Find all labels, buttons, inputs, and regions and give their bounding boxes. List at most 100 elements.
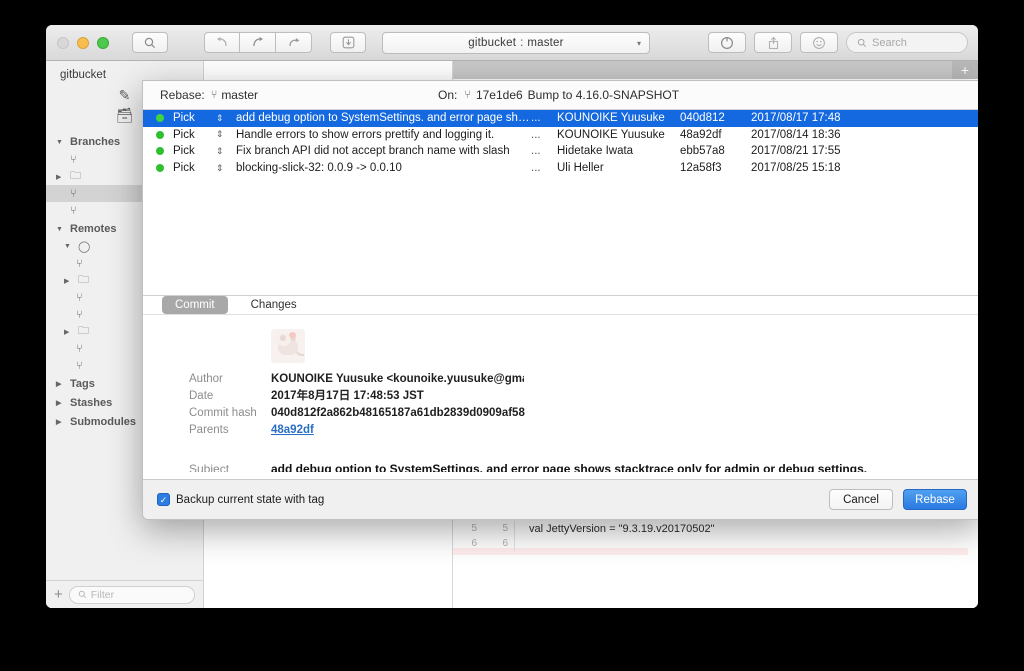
commit-message: Fix branch API did not accept branch nam… <box>236 145 531 157</box>
sidebar-filter-input[interactable]: Filter <box>69 586 195 604</box>
chevron-right-icon: ▶ <box>56 380 65 388</box>
add-tab-button[interactable]: + <box>952 61 978 79</box>
table-row[interactable]: Pick ⇕ blocking-slick-32: 0.0.9 -> 0.0.1… <box>143 160 978 177</box>
diff-line: 6 6 <box>452 536 714 551</box>
redo-button[interactable] <box>240 32 276 53</box>
branch-icon: ⑂ <box>76 292 83 304</box>
metadata-value: 040d812f2a862b48165187a61db2839d0909af58 <box>271 405 525 422</box>
chevron-right-icon: ▶ <box>64 277 73 285</box>
close-window-button[interactable] <box>57 37 69 49</box>
metadata-value: KOUNOIKE Yuusuke <kounoike.yuusuke@gmail… <box>271 371 524 388</box>
metadata-row-date: Date 2017年8月17日 17:48:53 JST <box>143 388 978 405</box>
cancel-button[interactable]: Cancel <box>829 489 893 510</box>
commit-date: 2017/08/21 17:55 <box>751 145 841 157</box>
gutter-divider <box>514 536 515 551</box>
branch-icon: ⑂ <box>76 258 83 270</box>
commit-date: 2017/08/17 17:48 <box>751 112 841 124</box>
toolbar-right-group: Search <box>708 32 968 53</box>
rebase-branch-value: ⑂ master <box>211 88 258 102</box>
chevron-down-icon: ▼ <box>56 139 65 146</box>
commit-list-empty-area[interactable] <box>143 176 978 295</box>
repo-branch-label: master <box>527 37 563 49</box>
archive-icon[interactable]: 🗃 <box>116 107 134 124</box>
sidebar-group-label: Remotes <box>70 223 116 235</box>
stepper-icon[interactable]: ⇕ <box>216 146 236 157</box>
window-titlebar: gitbucket : master ▾ <box>46 25 978 61</box>
github-button[interactable] <box>708 32 746 53</box>
clone-download-icon <box>342 36 355 49</box>
diff-new-line-number: 5 <box>483 523 514 534</box>
filter-placeholder-label: Filter <box>91 589 114 601</box>
table-row[interactable]: Pick ⇕ Fix branch API did not accept bra… <box>143 143 978 160</box>
push-button[interactable] <box>276 32 312 53</box>
metadata-key: Date <box>143 388 271 405</box>
diff-pane-header: + <box>453 61 978 79</box>
stepper-icon[interactable]: ⇕ <box>216 163 236 174</box>
toolbar-search-button[interactable] <box>132 32 168 53</box>
branch-icon: ⑂ <box>76 309 83 321</box>
rebase-onto-group: On: ⑂ 17e1de6 Bump to 4.16.0-SNAPSHOT <box>438 88 679 102</box>
minimize-window-button[interactable] <box>77 37 89 49</box>
branch-icon: ⑂ <box>76 360 83 372</box>
undo-arrow-icon <box>214 36 230 49</box>
commit-action-label[interactable]: Pick <box>173 129 216 141</box>
sidebar-group-label: Submodules <box>70 416 136 428</box>
tab-commit[interactable]: Commit <box>162 296 228 314</box>
chevron-right-icon: ▶ <box>56 399 65 407</box>
avatar-accent <box>289 332 296 338</box>
backup-checkbox-row[interactable]: ✓ Backup current state with tag <box>157 493 324 506</box>
diff-line-text: val JettyVersion = "9.3.19.v20170502" <box>515 523 714 535</box>
github-octocat-icon <box>720 36 734 50</box>
commit-message: add debug option to SystemSettings. and … <box>236 112 531 124</box>
tab-changes[interactable]: Changes <box>238 296 310 314</box>
table-row[interactable]: Pick ⇕ Handle errors to show errors pret… <box>143 127 978 144</box>
rebase-label: Rebase: <box>160 88 205 102</box>
onto-sha: 17e1de6 <box>476 88 523 102</box>
avatar-container <box>143 315 978 371</box>
backup-checkbox-label: Backup current state with tag <box>176 494 324 506</box>
toolbar-search-input[interactable]: Search <box>846 32 968 53</box>
stepper-icon[interactable]: ⇕ <box>216 113 236 124</box>
parent-commit-link[interactable]: 48a92df <box>271 422 314 439</box>
diff-old-line-number: 5 <box>452 523 483 534</box>
traffic-light-group <box>57 37 109 49</box>
repository-branch-popup[interactable]: gitbucket : master ▾ <box>382 32 650 54</box>
commit-message: blocking-slick-32: 0.0.9 -> 0.0.10 <box>236 162 531 174</box>
stepper-icon[interactable]: ⇕ <box>216 129 236 140</box>
undo-button[interactable] <box>204 32 240 53</box>
rebase-button[interactable]: Rebase <box>903 489 967 510</box>
metadata-key: Parents <box>143 422 271 439</box>
backup-checkbox[interactable]: ✓ <box>157 493 170 506</box>
sidebar-group-label: Branches <box>70 136 120 148</box>
sidebar-footer: + Filter <box>46 580 203 608</box>
commit-status-dot <box>156 114 164 122</box>
commit-status-dot <box>156 147 164 155</box>
clone-button[interactable] <box>330 32 366 53</box>
zoom-window-button[interactable] <box>97 37 109 49</box>
commit-action-label[interactable]: Pick <box>173 162 216 174</box>
search-placeholder-label: Search <box>872 37 907 49</box>
smiley-face-icon <box>812 36 826 50</box>
branch-icon: ⑂ <box>211 89 218 101</box>
diff-old-line-number: 6 <box>452 538 483 549</box>
sourcetree-main-window: gitbucket : master ▾ <box>46 25 978 608</box>
chevron-right-icon: ▶ <box>56 173 65 181</box>
share-button[interactable] <box>754 32 792 53</box>
emoji-button[interactable] <box>800 32 838 53</box>
redo-arrow-icon <box>250 36 266 49</box>
compose-icon[interactable]: ✎ <box>119 87 131 104</box>
table-row[interactable]: Pick ⇕ add debug option to SystemSetting… <box>143 110 978 127</box>
commit-action-label[interactable]: Pick <box>173 112 216 124</box>
commit-action-label[interactable]: Pick <box>173 145 216 157</box>
commit-author: KOUNOIKE Yuusuke <box>557 129 680 141</box>
plus-icon[interactable]: + <box>54 586 63 603</box>
commit-date: 2017/08/25 15:18 <box>751 162 841 174</box>
chevron-down-icon: ▾ <box>637 39 641 48</box>
chevron-down-icon: ▼ <box>56 226 65 233</box>
share-upload-icon <box>767 36 780 50</box>
metadata-row-parents: Parents 48a92df <box>143 422 978 439</box>
diff-code-block: 5 5 val JettyVersion = "9.3.19.v20170502… <box>452 521 714 551</box>
chevron-right-icon: ▶ <box>56 418 65 426</box>
rebase-commit-list[interactable]: Pick ⇕ add debug option to SystemSetting… <box>143 110 978 296</box>
chevron-down-icon: ▼ <box>64 243 73 250</box>
